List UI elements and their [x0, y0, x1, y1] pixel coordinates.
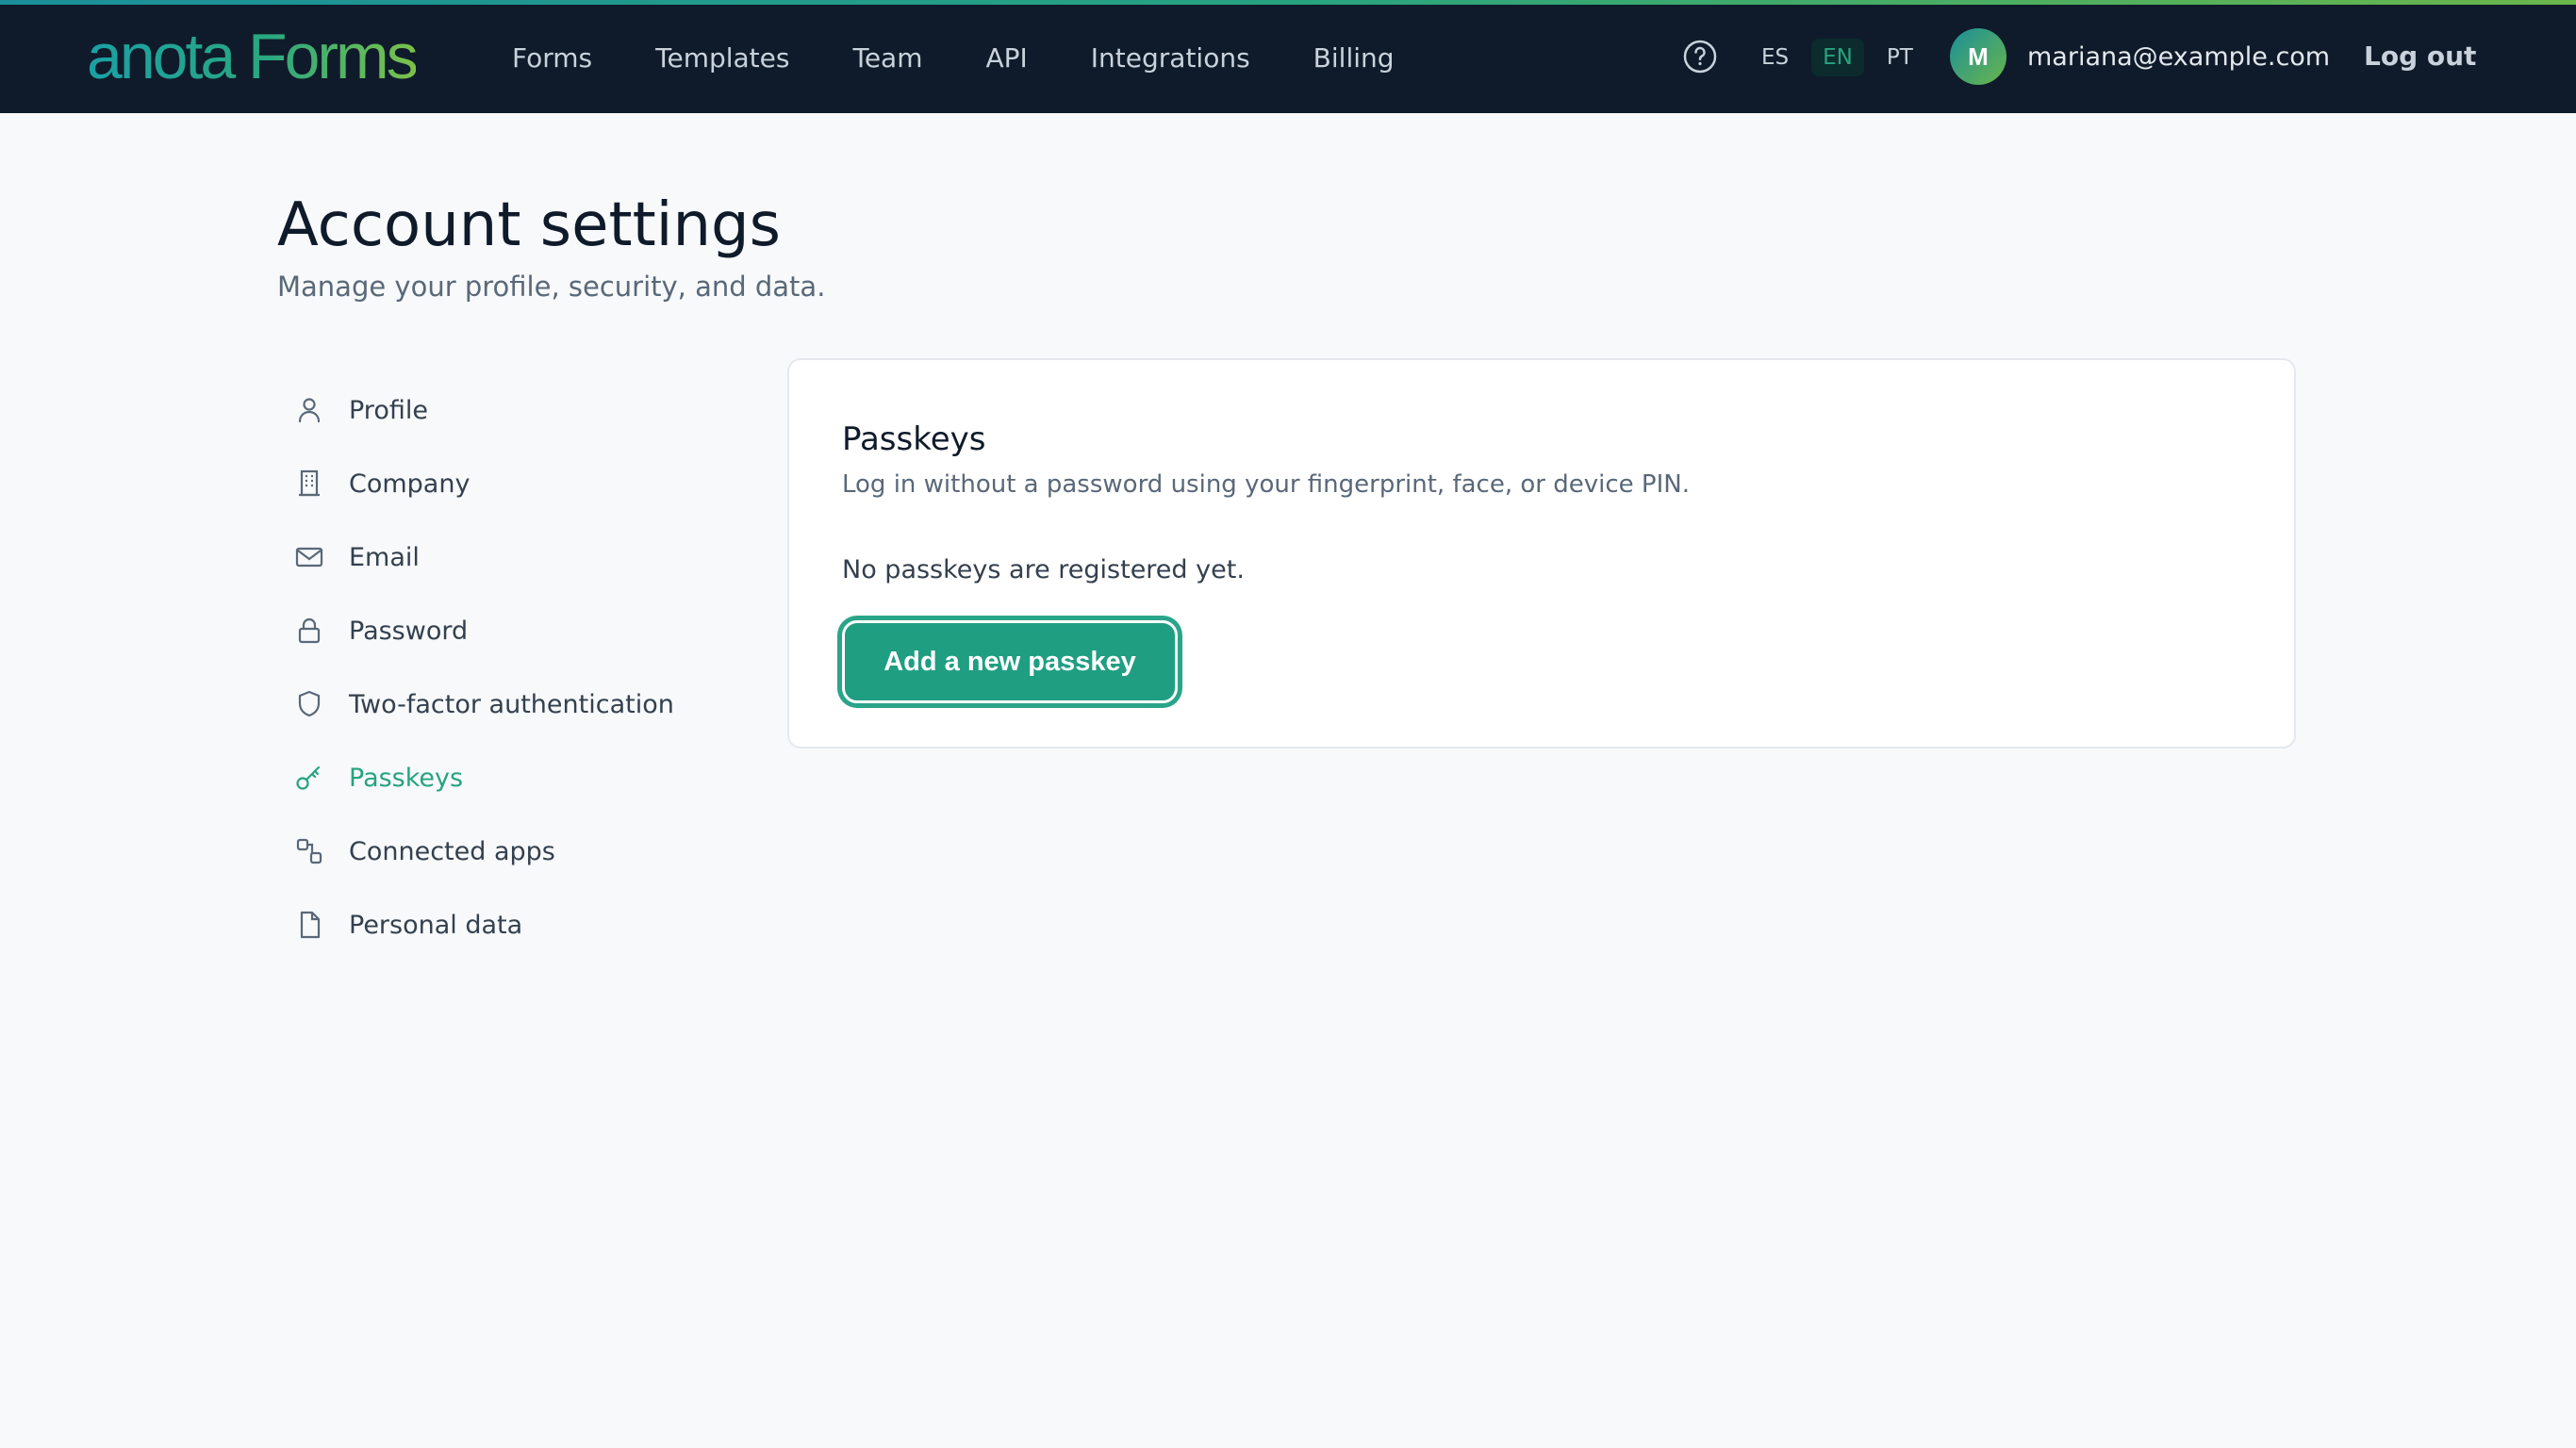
sidebar-item-password[interactable]: Password: [292, 594, 674, 667]
page-subtitle: Manage your profile, security, and data.: [277, 271, 826, 303]
sidebar-item-company[interactable]: Company: [292, 447, 674, 520]
lang-es[interactable]: ES: [1750, 39, 1800, 76]
top-accent-stripe: [0, 0, 2576, 5]
sidebar-item-label: Passkeys: [349, 763, 464, 793]
passkeys-card: Passkeys Log in without a password using…: [787, 358, 2296, 749]
lock-icon: [292, 614, 326, 648]
sidebar-item-label: Profile: [349, 395, 428, 425]
user-email[interactable]: mariana@example.com: [2027, 39, 2330, 76]
brand-logo[interactable]: anota Forms: [87, 23, 419, 90]
sidebar-item-label: Personal data: [349, 910, 523, 940]
user-icon: [292, 393, 326, 427]
page-title: Account settings: [277, 190, 781, 260]
nav-item-billing[interactable]: Billing: [1313, 40, 1395, 77]
language-switcher: ES EN PT: [1750, 39, 1924, 76]
sidebar-item-passkeys[interactable]: Passkeys: [292, 741, 674, 814]
sidebar-item-email[interactable]: Email: [292, 520, 674, 594]
sidebar-item-connected-apps[interactable]: Connected apps: [292, 814, 674, 888]
lang-en[interactable]: EN: [1811, 39, 1864, 76]
key-icon: [292, 761, 326, 795]
sidebar-item-label: Company: [349, 469, 471, 499]
document-icon: [292, 908, 326, 942]
empty-state-text: No passkeys are registered yet.: [842, 555, 1245, 584]
nav-item-integrations[interactable]: Integrations: [1091, 40, 1250, 77]
link-apps-icon: [292, 834, 326, 868]
top-navigation-bar: anota Forms Forms Templates Team API Int…: [0, 0, 2576, 113]
nav-item-api[interactable]: API: [986, 40, 1028, 77]
sidebar-item-label: Two-factor authentication: [349, 689, 674, 719]
card-description: Log in without a password using your fin…: [842, 470, 1690, 499]
nav-item-forms[interactable]: Forms: [512, 40, 592, 77]
main-nav: Forms Templates Team API Integrations Bi…: [512, 40, 1458, 77]
avatar[interactable]: M: [1950, 28, 2006, 85]
sidebar-item-two-factor[interactable]: Two-factor authentication: [292, 667, 674, 741]
nav-item-team[interactable]: Team: [852, 40, 922, 77]
nav-item-templates[interactable]: Templates: [655, 40, 789, 77]
building-icon: [292, 467, 326, 501]
sidebar-item-label: Email: [349, 542, 420, 572]
sidebar-item-label: Password: [349, 616, 469, 646]
mail-icon: [292, 540, 326, 574]
card-title: Passkeys: [842, 420, 986, 458]
settings-sidebar: Profile Company Email Password Two-facto…: [292, 373, 674, 962]
logout-button[interactable]: Log out: [2364, 38, 2476, 75]
add-passkey-button[interactable]: Add a new passkey: [842, 620, 1178, 703]
shield-icon: [292, 687, 326, 721]
sidebar-item-personal-data[interactable]: Personal data: [292, 888, 674, 962]
sidebar-item-profile[interactable]: Profile: [292, 373, 674, 447]
lang-pt[interactable]: PT: [1875, 39, 1924, 76]
question-circle-icon[interactable]: [1681, 38, 1719, 75]
sidebar-item-label: Connected apps: [349, 836, 555, 866]
